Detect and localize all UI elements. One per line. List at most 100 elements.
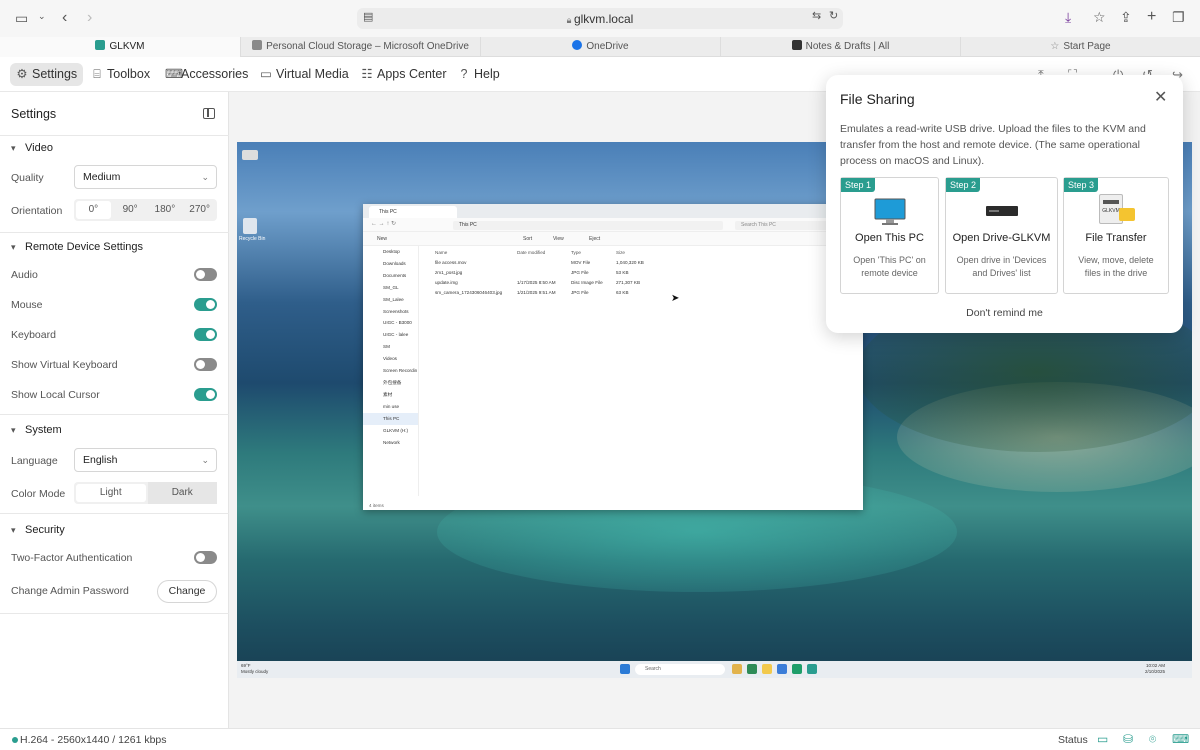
audio-toggle[interactable] xyxy=(194,268,217,281)
file-row[interactable]: zm1_post.jpg JPG File 53 KB xyxy=(425,268,825,278)
tab-onedrive[interactable]: OneDrive xyxy=(480,37,720,57)
nav-screen-recordings[interactable]: Screen Recordin xyxy=(363,365,418,377)
nav-videos[interactable]: Videos xyxy=(363,353,418,365)
taskbar-app-icon[interactable] xyxy=(747,664,757,674)
reload-icon[interactable]: ↻ xyxy=(829,11,838,22)
explorer-tab[interactable]: This PC xyxy=(369,206,457,218)
back-icon[interactable]: ‹ xyxy=(62,10,67,26)
tab-start-page[interactable]: ☆ Start Page xyxy=(960,37,1200,57)
local-cursor-toggle[interactable] xyxy=(194,388,217,401)
nav-sm[interactable]: SM xyxy=(363,341,418,353)
tab-notes[interactable]: Notes & Drafts | All xyxy=(720,37,960,57)
url-bar[interactable]: ▤ 🔒︎ glkvm.local ⇆ ↻ xyxy=(357,8,843,29)
nav-sm-gl[interactable]: SM_GL xyxy=(363,282,418,294)
translate-icon[interactable]: ⇆ xyxy=(812,11,821,22)
quality-select[interactable]: Medium ⌄ xyxy=(74,165,217,189)
share-icon[interactable]: ⇪ xyxy=(1120,10,1132,24)
star-icon[interactable]: ☆ xyxy=(1093,10,1106,24)
change-password-button[interactable]: Change xyxy=(157,580,217,603)
nav-accessories[interactable]: ⌨Accessories xyxy=(159,63,254,86)
mouse-icon[interactable]: ⌾ xyxy=(1149,733,1156,745)
new-tab-icon[interactable]: + xyxy=(1147,9,1156,25)
nav-documents[interactable]: Documents xyxy=(363,270,418,282)
close-icon[interactable]: ✕ xyxy=(1154,88,1167,108)
cmd-eject[interactable]: Eject xyxy=(589,232,600,246)
nav-sm-lalee[interactable]: SM_Lalee xyxy=(363,294,418,306)
virtual-keyboard-label: Show Virtual Keyboard xyxy=(11,359,118,371)
section-video[interactable]: ▾ Video xyxy=(11,142,53,154)
color-mode-label: Color Mode xyxy=(11,488,66,500)
keyboard-icon[interactable]: ⌨ xyxy=(1172,733,1189,745)
nav-uigc-lalee[interactable]: UIGC - lalee xyxy=(363,329,418,341)
nav-downloads[interactable]: Downloads xyxy=(363,258,418,270)
orientation-180[interactable]: 180° xyxy=(148,199,183,221)
tab-onedrive-storage[interactable]: Personal Cloud Storage – Microsoft OneDr… xyxy=(240,37,480,57)
color-mode-light[interactable]: Light xyxy=(76,484,146,502)
taskbar-app-icon[interactable] xyxy=(732,664,742,674)
section-remote-device[interactable]: ▾ Remote Device Settings xyxy=(11,241,143,253)
step-card-open-this-pc[interactable]: Step 1 Open This PC Open 'This PC' on re… xyxy=(840,177,939,294)
taskbar-app-icon[interactable] xyxy=(807,664,817,674)
file-row[interactable]: update.img 1/17/2025 8:50 AM Disc Image Fi… xyxy=(425,278,825,288)
download-icon[interactable]: ⤓ xyxy=(1065,10,1071,24)
media-icon: ▭ xyxy=(260,67,272,81)
orientation-270[interactable]: 270° xyxy=(182,199,217,221)
explorer-window[interactable]: This PC ← → ↑ ↻ This PC Search This PC N… xyxy=(363,204,863,510)
file-row[interactable]: sm_camera_1724306046403.jpg 1/21/2025 9:5… xyxy=(425,288,825,298)
explorer-address[interactable]: This PC xyxy=(453,221,723,230)
step-card-open-drive[interactable]: Step 2 Open Drive-GLKVM Open drive in 'D… xyxy=(945,177,1058,294)
weather-widget[interactable]: 69°F Mostly cloudy xyxy=(241,663,268,675)
explorer-file-list: Name Date modified Type Size file access.mo… xyxy=(425,248,825,298)
nav-network[interactable]: Network xyxy=(363,437,418,449)
dont-remind-button[interactable]: Don't remind me xyxy=(826,307,1183,319)
panel-collapse-icon[interactable] xyxy=(203,108,215,119)
orientation-0[interactable]: 0° xyxy=(76,201,111,219)
virtual-keyboard-toggle[interactable] xyxy=(194,358,217,371)
recycle-bin-icon[interactable] xyxy=(243,218,257,234)
taskbar-app-icon[interactable] xyxy=(777,664,787,674)
cmd-new[interactable]: New xyxy=(377,232,387,246)
taskbar-clock[interactable]: 10:02 AM 2/10/2025 xyxy=(1145,663,1165,675)
nav-settings[interactable]: ⚙ Settings xyxy=(10,63,84,86)
sidebar-toggle-icon[interactable]: ▭ xyxy=(15,11,28,25)
chevron-down-icon[interactable]: ⌄ xyxy=(38,12,46,21)
nav-folder-cn-1[interactable]: 外包搜备 xyxy=(363,377,418,389)
two-factor-toggle[interactable] xyxy=(194,551,217,564)
desktop-icon-top[interactable] xyxy=(242,150,258,160)
file-sharing-description: Emulates a read-write USB drive. Upload … xyxy=(840,123,1146,167)
taskbar-app-icon[interactable] xyxy=(792,664,802,674)
step-card-file-transfer[interactable]: Step 3 GLKVM File Transfer View, move, d… xyxy=(1063,177,1169,294)
nav-virtual-media[interactable]: ▭ Virtual Media xyxy=(254,63,355,86)
section-security[interactable]: ▾ Security xyxy=(11,524,65,536)
forward-icon[interactable]: › xyxy=(87,10,92,26)
nav-folder-cn-2[interactable]: 素材 xyxy=(363,389,418,401)
nav-toolbox[interactable]: ⌸ Toolbox xyxy=(85,63,156,86)
nav-min-use[interactable]: min use xyxy=(363,401,418,413)
cmd-sort[interactable]: Sort xyxy=(523,232,532,246)
tabs-overview-icon[interactable]: ❐ xyxy=(1172,10,1185,24)
hdd-icon[interactable]: ⛁ xyxy=(1123,733,1133,745)
nav-glkvm-drive[interactable]: GLKVM (H:) xyxy=(363,425,418,437)
color-mode-dark[interactable]: Dark xyxy=(147,482,217,504)
windows-start-icon[interactable] xyxy=(620,664,630,674)
orientation-90[interactable]: 90° xyxy=(113,199,148,221)
taskbar-app-icon[interactable] xyxy=(762,664,772,674)
nav-apps-center[interactable]: ☷ Apps Center xyxy=(355,63,452,86)
file-row[interactable]: file access.mov MOV File 1,040,320 KB xyxy=(425,258,825,268)
gear-icon: ⚙ xyxy=(16,67,28,81)
cmd-view[interactable]: View xyxy=(553,232,564,246)
nav-this-pc[interactable]: This PC xyxy=(363,412,418,425)
language-select[interactable]: English ⌄ xyxy=(74,448,217,472)
nav-desktop[interactable]: Desktop xyxy=(363,246,418,258)
nav-screenshots[interactable]: Screenshots xyxy=(363,306,418,318)
mouse-toggle[interactable] xyxy=(194,298,217,311)
chevron-down-icon: ⌄ xyxy=(201,455,209,465)
screen-icon[interactable]: ▭ xyxy=(1097,733,1108,745)
nav-arrows-icon: ← → ↑ ↻ xyxy=(371,221,397,227)
tab-glkvm[interactable]: GLKVM xyxy=(0,37,240,57)
taskbar-search[interactable]: Search xyxy=(635,664,725,675)
keyboard-toggle[interactable] xyxy=(194,328,217,341)
section-system[interactable]: ▾ System xyxy=(11,424,62,436)
nav-uigc-b3000[interactable]: UIGC - B3000 xyxy=(363,317,418,329)
nav-help[interactable]: ? Help xyxy=(452,63,506,86)
